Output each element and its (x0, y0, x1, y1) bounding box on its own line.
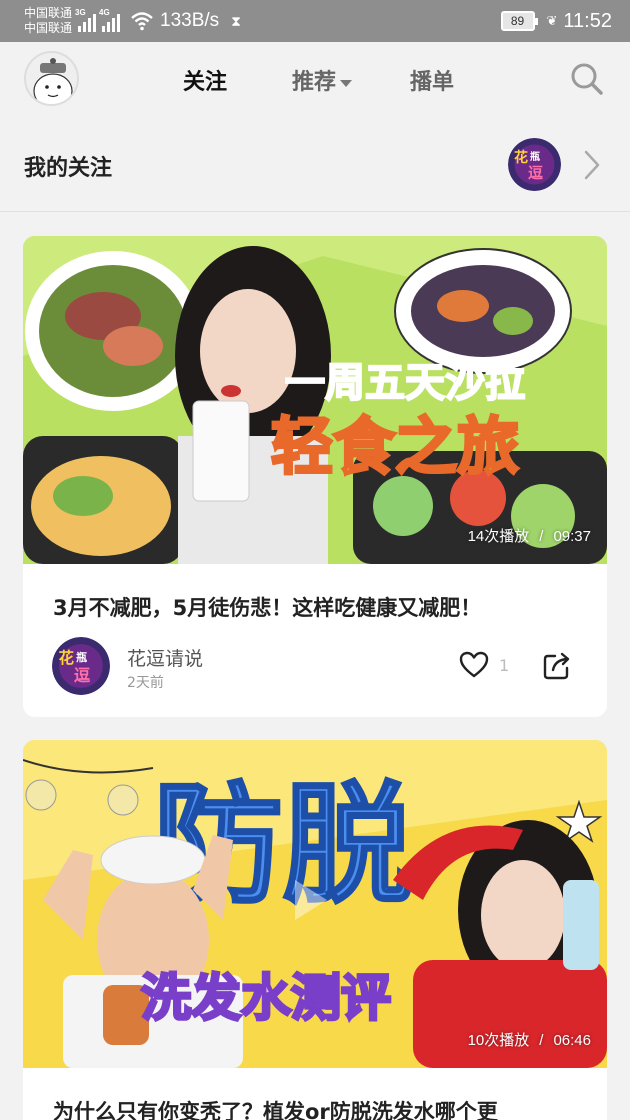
battery-icon: 89 (500, 11, 538, 31)
power-saving-leaf-icon: ❦ (546, 13, 558, 28)
status-time: 11:52 (563, 9, 612, 32)
video-thumbnail[interactable]: 防脱 洗发水测评 10次播放/06:46 (23, 740, 607, 1068)
nav-tabs: 关注 推荐 播单 (0, 42, 630, 120)
status-bar: 中国联通 中国联通 3G 4G 133B/s ⧗ 89 ❦ 11:52 (0, 0, 630, 42)
battery-level: 89 (510, 14, 525, 28)
video-meta: 10次播放/06:46 (467, 1032, 591, 1049)
svg-text:花: 花 (514, 149, 528, 166)
author-name[interactable]: 花逗请说 (127, 644, 203, 671)
signal-icon-1: 3G (75, 8, 97, 32)
signal-icon-2: 4G (99, 8, 121, 32)
share-icon[interactable] (541, 650, 573, 682)
tab-recommend[interactable]: 推荐 (292, 64, 353, 96)
carrier-labels: 中国联通 中国联通 (24, 6, 72, 36)
author-avatar[interactable]: 花 瓶 逗 (52, 637, 110, 695)
video-duration: 06:46 (553, 1032, 591, 1049)
svg-text:逗: 逗 (528, 164, 543, 182)
video-thumbnail[interactable]: 一周五天沙拉 轻食之旅 14次播放/09:37 (23, 236, 607, 564)
svg-text:花: 花 (59, 649, 75, 667)
tab-playlist[interactable]: 播单 (410, 64, 454, 96)
video-card[interactable]: 防脱 洗发水测评 10次播放/06:46 为什么只有你变秃了？植发or防脱洗发水… (23, 740, 607, 1120)
play-count: 10次播放 (467, 1032, 530, 1049)
video-title[interactable]: 3月不减肥，5月徒伤悲！这样吃健康又减肥！ (53, 592, 481, 622)
like-count: 1 (499, 656, 510, 675)
svg-text:瓶: 瓶 (530, 150, 540, 163)
svg-text:逗: 逗 (74, 666, 91, 685)
thumbnail-title-line-1: 一周五天沙拉 (285, 360, 525, 406)
followed-channel-avatar[interactable]: 花 瓶 逗 (508, 138, 561, 191)
video-title[interactable]: 为什么只有你变秃了？植发or防脱洗发水哪个更 (53, 1096, 498, 1120)
chevron-right-icon[interactable] (580, 148, 604, 182)
network-speed: 133B/s (160, 10, 220, 31)
thumbnail-title-line-2: 洗发水测评 (141, 969, 391, 1027)
carrier-2: 中国联通 (24, 21, 73, 35)
hourglass-icon: ⧗ (231, 12, 241, 29)
dropdown-caret-icon (340, 79, 353, 87)
video-meta: 14次播放/09:37 (467, 528, 591, 545)
play-count: 14次播放 (467, 528, 530, 545)
tab-recommend-label: 推荐 (292, 70, 337, 95)
wifi-icon (131, 12, 153, 31)
video-card[interactable]: 一周五天沙拉 轻食之旅 14次播放/09:37 3月不减肥，5月徒伤悲！这样吃健… (23, 236, 607, 717)
publish-time: 2天前 (127, 675, 164, 691)
my-follow-row[interactable]: 我的关注 花 瓶 逗 (0, 120, 630, 212)
video-duration: 09:37 (553, 528, 591, 545)
search-icon[interactable] (570, 62, 604, 96)
tab-follow[interactable]: 关注 (183, 64, 227, 96)
carrier-1: 中国联通 (24, 6, 73, 20)
heart-icon[interactable] (459, 650, 489, 680)
thumbnail-title-line-2: 轻食之旅 (271, 410, 519, 483)
top-nav: 关注 推荐 播单 (0, 42, 630, 120)
svg-text:瓶: 瓶 (76, 650, 87, 664)
my-follow-title: 我的关注 (24, 156, 113, 181)
